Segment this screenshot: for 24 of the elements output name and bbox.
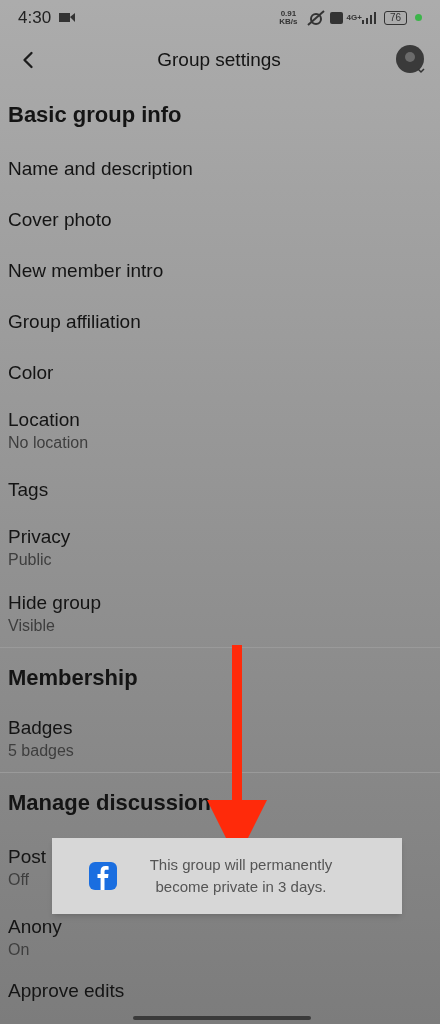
status-time: 4:30 <box>18 6 52 29</box>
section-heading: Membership <box>7 663 139 692</box>
settings-item[interactable]: Approve edits <box>0 971 440 1011</box>
network-speed: 0.91 KB/s <box>279 9 298 26</box>
video-camera-icon <box>59 12 76 23</box>
settings-item[interactable]: Privacy Public <box>0 515 440 581</box>
settings-item[interactable]: Tags <box>0 464 440 515</box>
toast-message: This group will permanently become private in 3 days. <box>148 855 334 897</box>
settings-item[interactable]: Badges 5 badges <box>0 706 440 772</box>
settings-item[interactable]: New member intro <box>0 245 440 296</box>
avatar-icon[interactable] <box>396 45 426 75</box>
page-title: Group settings <box>156 47 282 72</box>
signal-icon <box>361 11 376 24</box>
settings-item[interactable]: Name and description <box>0 143 440 194</box>
settings-item[interactable]: Group affiliation <box>0 296 440 347</box>
settings-item[interactable]: Cover photo <box>0 194 440 245</box>
section-heading: Manage discussion <box>7 788 212 817</box>
settings-item[interactable]: Hide group Visible <box>0 581 440 647</box>
section-heading: Basic group info <box>7 100 183 129</box>
network-type: 4G+ <box>346 11 362 24</box>
settings-item[interactable]: Location No location <box>0 398 440 464</box>
battery-icon: 76 <box>383 10 407 25</box>
facebook-icon <box>89 862 117 890</box>
settings-item[interactable]: Color <box>0 347 440 398</box>
